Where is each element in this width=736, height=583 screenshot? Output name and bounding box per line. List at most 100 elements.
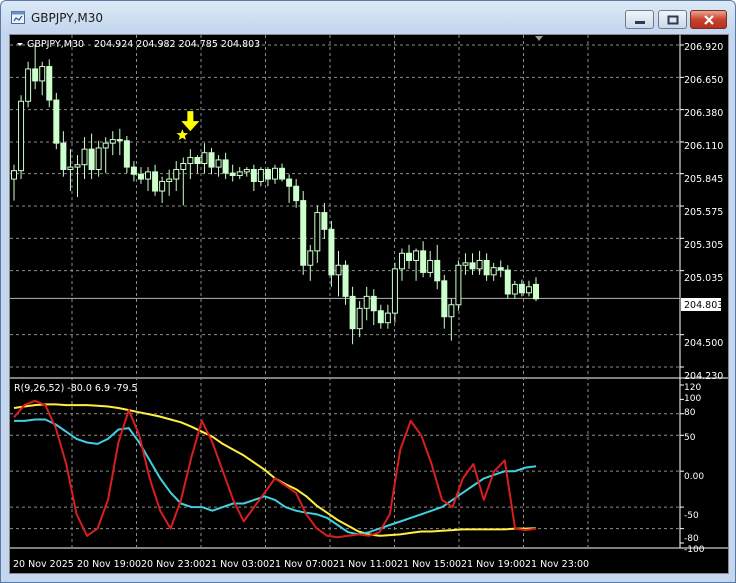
indicator-axis-label: 80	[684, 408, 696, 418]
candle-bull	[398, 252, 405, 270]
candle-bear	[349, 295, 356, 330]
chart-shift-icon[interactable]	[535, 36, 543, 41]
candle-bear	[32, 68, 39, 82]
candle-bull	[180, 163, 187, 170]
candle-bear	[328, 228, 335, 276]
candle-bear	[152, 171, 159, 192]
candle-bull	[74, 164, 81, 168]
time-label: 20 Nov 23:00	[141, 559, 205, 570]
chart-window: GBPJPY,M30 GBPJPY,M30 204.924 204.982 20…	[0, 0, 736, 583]
chart-ohlc: 204.924 204.982 204.785 204.803	[94, 39, 260, 50]
down-arrow-icon	[181, 111, 200, 132]
indicator-axis-label: -50	[684, 511, 699, 521]
time-label: 20 Nov 2025	[13, 559, 74, 570]
indicator-axis-label: -100	[684, 545, 705, 555]
candle-bull	[81, 148, 88, 166]
time-label: 21 Nov 19:00	[461, 559, 525, 570]
indicator-axis[interactable]: 120 100 80 50 0.00 -50 -80 -100	[684, 383, 705, 555]
price-axis[interactable]: 206.920 206.650 206.380 206.110 205.845 …	[681, 42, 723, 382]
star-icon	[176, 129, 189, 140]
chart-area[interactable]: GBPJPY,M30 204.924 204.982 204.785 204.8…	[9, 34, 729, 574]
time-axis[interactable]: 20 Nov 2025 20 Nov 19:00 20 Nov 23:00 21…	[13, 559, 589, 570]
candle-bear	[518, 283, 525, 294]
candle-bull	[272, 167, 278, 180]
candle-bull	[356, 307, 363, 330]
candle-bear	[441, 280, 448, 318]
candle-bull	[462, 262, 469, 266]
candle-bull	[215, 159, 222, 168]
indicator-axis-label: 50	[684, 433, 696, 443]
candle-bull	[448, 304, 455, 318]
indicator-axis-label: 0.00	[684, 472, 704, 482]
candle-bull	[236, 171, 243, 176]
candle-bull	[201, 152, 208, 165]
indicator-lines	[13, 399, 537, 539]
time-label: 21 Nov 15:00	[397, 559, 461, 570]
candle-bear	[46, 66, 53, 101]
candle-bull	[187, 157, 194, 165]
title-bar[interactable]: GBPJPY,M30	[1, 1, 735, 35]
candle-bear	[264, 168, 271, 180]
candle-bear	[250, 168, 257, 182]
candle-bull	[413, 250, 420, 261]
candle-bull	[511, 283, 518, 295]
price-label: 206.650	[684, 75, 723, 86]
current-price-label: 204.803	[684, 300, 723, 311]
indicator-axis-label: 100	[684, 394, 701, 404]
candle-bear	[469, 262, 476, 270]
candle-bear	[53, 99, 60, 144]
time-label: 21 Nov 07:00	[269, 559, 333, 570]
candle-bull	[476, 259, 483, 270]
candle-bull	[257, 168, 264, 182]
candle-bull	[525, 286, 532, 294]
candle-bull	[455, 264, 462, 306]
indicator-label: R(9,26,52) -80.0 6.9 -79.5	[14, 383, 138, 394]
candle-bear	[533, 283, 539, 300]
chart-grid	[10, 35, 728, 549]
candle-bear	[88, 148, 95, 170]
candle-bull	[145, 171, 152, 180]
candle-bear	[194, 157, 201, 165]
chart-window-icon	[11, 11, 25, 24]
candle-bull	[67, 166, 74, 170]
price-label: 206.920	[684, 42, 723, 53]
candle-bull	[335, 264, 342, 276]
candle-bull	[307, 250, 314, 266]
candle-bull	[363, 295, 370, 309]
candle-bear	[377, 310, 384, 324]
price-label: 206.380	[684, 108, 723, 119]
candle-bear	[370, 295, 377, 312]
time-label: 21 Nov 11:00	[333, 559, 397, 570]
candle-bear	[130, 166, 137, 175]
signal-marker	[176, 111, 200, 140]
minimize-button[interactable]	[625, 10, 654, 29]
window-title: GBPJPY,M30	[31, 11, 104, 25]
price-label: 206.110	[684, 141, 723, 152]
candle-bear	[279, 167, 286, 180]
time-label: 20 Nov 19:00	[77, 559, 141, 570]
candle-bull	[384, 312, 391, 324]
candle-bull	[95, 147, 102, 170]
candle-bull	[109, 139, 116, 144]
price-label: 205.845	[684, 174, 723, 185]
candle-bull	[11, 170, 17, 180]
candle-bull	[18, 100, 25, 172]
price-label: 205.035	[684, 273, 723, 284]
mid-line	[14, 418, 537, 536]
candle-bear	[229, 172, 236, 176]
minimize-icon	[634, 20, 645, 24]
candle-bear	[321, 212, 328, 230]
candle-bear	[342, 264, 349, 297]
candle-bear	[116, 139, 123, 142]
candle-bull	[159, 180, 166, 192]
price-chart[interactable]: GBPJPY,M30 204.924 204.982 204.785 204.8…	[10, 35, 728, 573]
candle-bear	[60, 142, 67, 170]
maximize-icon	[667, 15, 678, 24]
maximize-button[interactable]	[658, 10, 687, 29]
candle-bear	[420, 250, 427, 273]
close-button[interactable]	[690, 10, 727, 29]
candle-bear	[286, 178, 293, 187]
price-label: 204.500	[684, 338, 723, 349]
candle-bear	[406, 252, 413, 261]
price-label: 205.575	[684, 207, 723, 218]
